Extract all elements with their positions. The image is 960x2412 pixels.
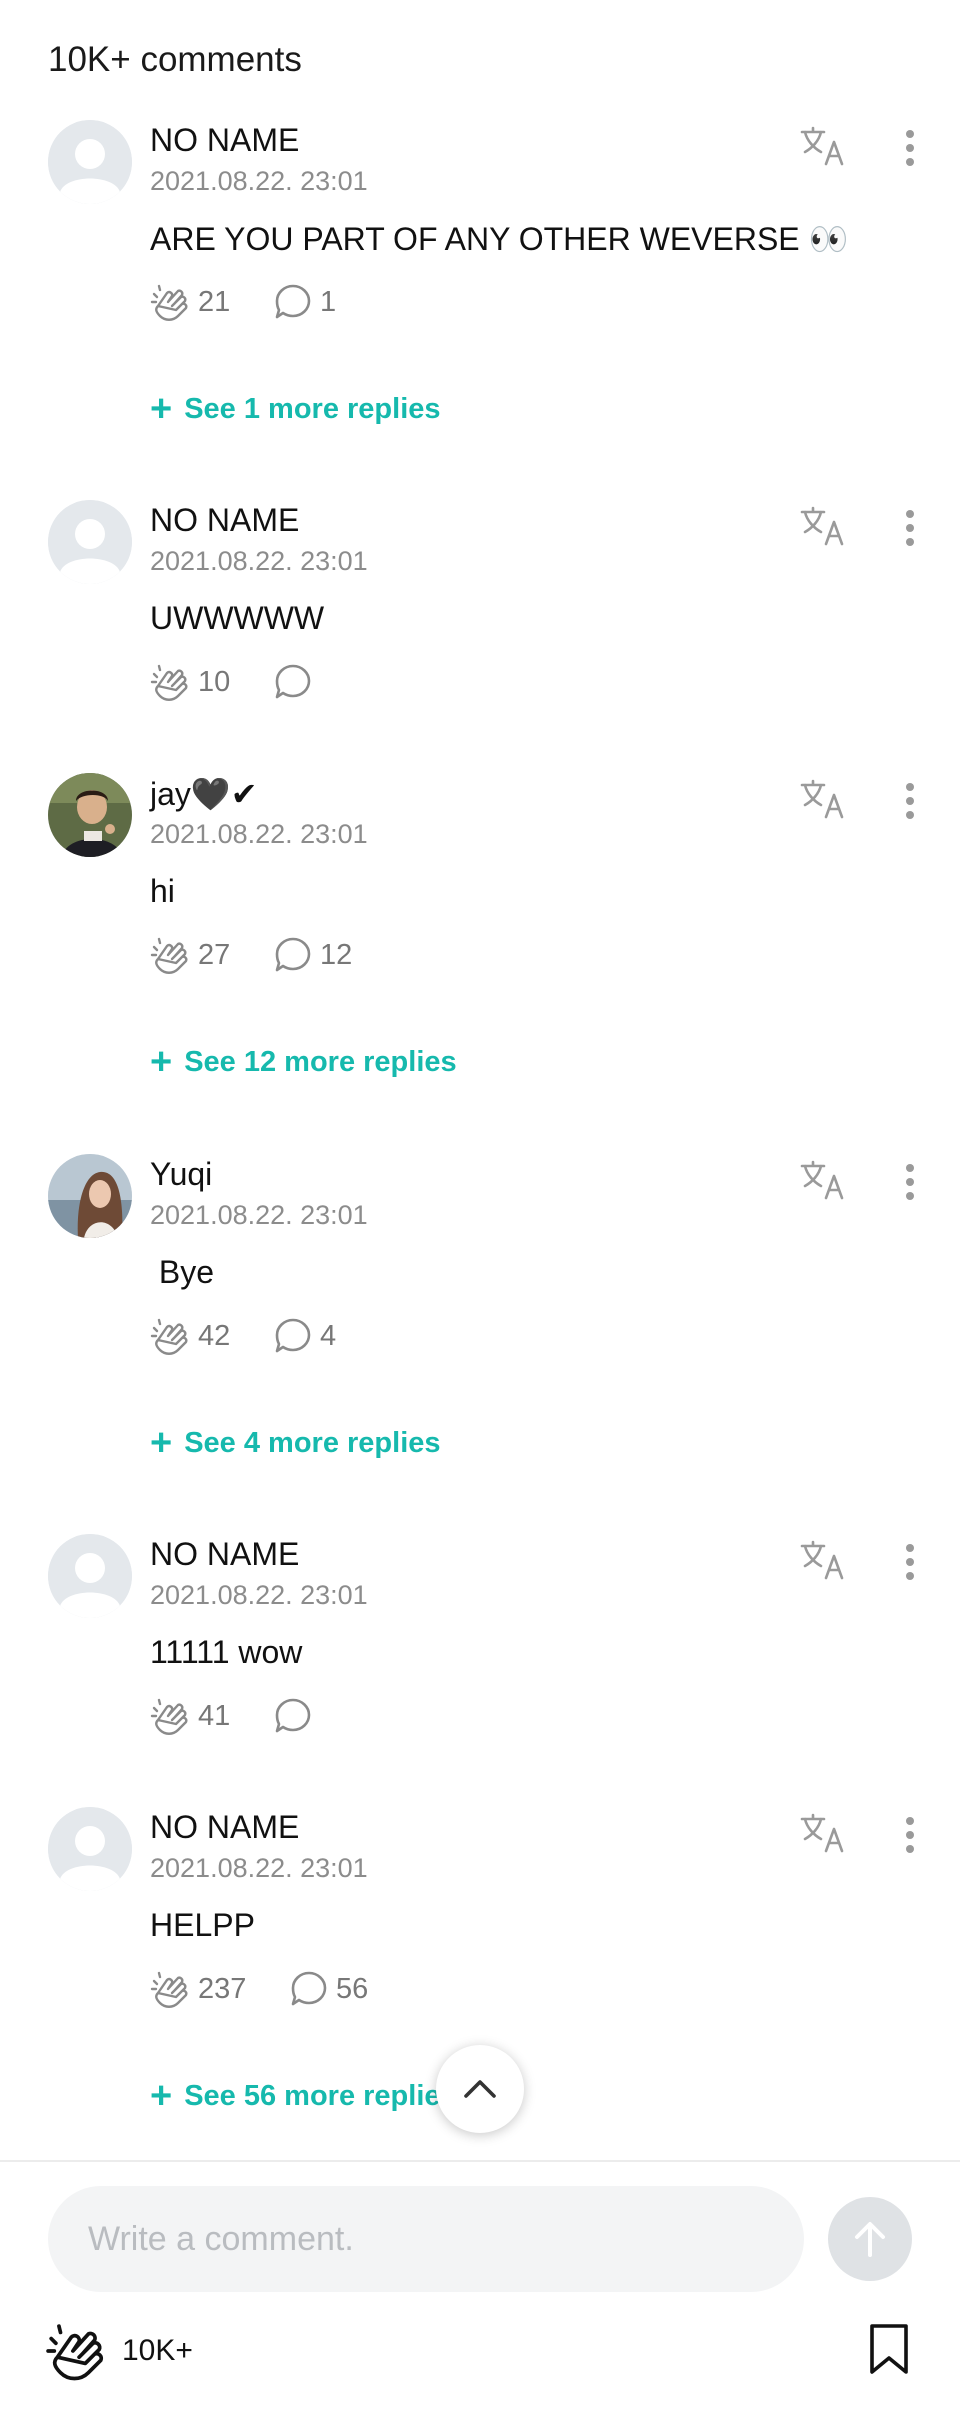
post-like-button[interactable]: 10K+ bbox=[44, 2320, 193, 2382]
avatar-default[interactable] bbox=[48, 500, 132, 584]
translate-icon[interactable] bbox=[800, 126, 848, 166]
see-more-replies-link[interactable]: + See 12 more replies bbox=[150, 1043, 457, 1081]
see-more-replies-label: See 12 more replies bbox=[184, 1045, 457, 1078]
like-button[interactable]: 42 bbox=[150, 1314, 230, 1358]
avatar-photo[interactable] bbox=[48, 773, 132, 857]
comment-author[interactable]: NO NAME bbox=[150, 122, 299, 159]
comment-author[interactable]: NO NAME bbox=[150, 1809, 299, 1846]
plus-icon: + bbox=[150, 1422, 173, 1464]
comment-author[interactable]: NO NAME bbox=[150, 502, 299, 539]
see-more-replies-link[interactable]: + See 4 more replies bbox=[150, 1424, 441, 1462]
more-vertical-icon[interactable] bbox=[890, 1540, 930, 1584]
scroll-to-top-button[interactable] bbox=[436, 2045, 524, 2133]
reply-button[interactable]: 56 bbox=[290, 1967, 368, 2011]
speech-bubble-icon bbox=[291, 1971, 327, 2006]
speech-bubble-icon bbox=[275, 937, 311, 972]
comment-item: Yuqi 2021.08.22. 23:01 Bye 42 4 + See 4 … bbox=[0, 1154, 960, 1484]
comment-author[interactable]: Yuqi bbox=[150, 1156, 212, 1193]
more-vertical-icon[interactable] bbox=[890, 1160, 930, 1204]
composer-divider bbox=[0, 2160, 960, 2162]
comment-date: 2021.08.22. 23:01 bbox=[150, 546, 368, 576]
like-count: 10 bbox=[198, 665, 231, 698]
reply-button[interactable] bbox=[274, 660, 320, 704]
arrow-up-icon bbox=[855, 2222, 885, 2257]
comment-item: NO NAME 2021.08.22. 23:01 UWWWWW 10 bbox=[0, 500, 960, 720]
clap-hand-icon bbox=[150, 937, 188, 974]
clap-hand-icon bbox=[46, 2324, 104, 2381]
like-button[interactable]: 21 bbox=[150, 280, 230, 324]
comment-text: hi bbox=[150, 873, 175, 909]
reply-button[interactable] bbox=[274, 1694, 320, 1738]
translate-icon[interactable] bbox=[800, 1160, 848, 1200]
comment-item: NO NAME 2021.08.22. 23:01 11111 wow 41 bbox=[0, 1534, 960, 1754]
clap-hand-icon bbox=[150, 1971, 188, 2008]
comment-text: UWWWWW bbox=[150, 600, 325, 636]
translate-icon[interactable] bbox=[800, 1540, 848, 1580]
comment-date: 2021.08.22. 23:01 bbox=[150, 1200, 368, 1230]
clap-hand-icon bbox=[150, 284, 188, 321]
speech-bubble-icon bbox=[275, 1318, 311, 1353]
plus-icon: + bbox=[150, 2075, 173, 2117]
speech-bubble-icon bbox=[275, 284, 311, 319]
comment-text: Bye bbox=[150, 1254, 215, 1290]
comment-item: NO NAME 2021.08.22. 23:01 ARE YOU PART O… bbox=[0, 120, 960, 450]
avatar-default[interactable] bbox=[48, 120, 132, 204]
clap-hand-icon bbox=[150, 664, 188, 701]
post-like-count: 10K+ bbox=[122, 2334, 193, 2367]
clap-hand-icon bbox=[150, 1318, 188, 1355]
comment-date: 2021.08.22. 23:01 bbox=[150, 1580, 368, 1610]
like-count: 237 bbox=[198, 1972, 247, 2005]
page-title: 10K+ comments bbox=[48, 40, 302, 79]
more-vertical-icon[interactable] bbox=[890, 779, 930, 823]
comment-author[interactable]: jay🖤✔ bbox=[150, 775, 258, 813]
more-vertical-icon[interactable] bbox=[890, 1813, 930, 1857]
avatar-photo[interactable] bbox=[48, 1154, 132, 1238]
reply-count: 1 bbox=[320, 285, 337, 318]
comment-item: jay🖤✔ 2021.08.22. 23:01 hi 27 12 + See 1… bbox=[0, 773, 960, 1103]
translate-icon[interactable] bbox=[800, 506, 848, 546]
translate-icon[interactable] bbox=[800, 779, 848, 819]
see-more-replies-link[interactable]: + See 1 more replies bbox=[150, 390, 441, 428]
see-more-replies-label: See 1 more replies bbox=[184, 392, 441, 425]
reply-count: 12 bbox=[320, 938, 353, 971]
comment-text: HELPP bbox=[150, 1907, 255, 1943]
see-more-replies-label: See 4 more replies bbox=[184, 1426, 441, 1459]
reply-button[interactable]: 4 bbox=[274, 1314, 336, 1358]
reply-count: 56 bbox=[336, 1972, 369, 2005]
like-count: 41 bbox=[198, 1699, 231, 1732]
like-button[interactable]: 27 bbox=[150, 933, 230, 977]
see-more-replies-label: See 56 more replie bbox=[184, 2079, 441, 2112]
plus-icon: + bbox=[150, 388, 173, 430]
send-button[interactable] bbox=[828, 2197, 912, 2281]
comment-input[interactable] bbox=[48, 2186, 804, 2292]
like-count: 42 bbox=[198, 1319, 231, 1352]
translate-icon[interactable] bbox=[800, 1813, 848, 1853]
comment-date: 2021.08.22. 23:01 bbox=[150, 819, 368, 849]
comment-author[interactable]: NO NAME bbox=[150, 1536, 299, 1573]
comment-date: 2021.08.22. 23:01 bbox=[150, 1853, 368, 1883]
bookmark-button[interactable] bbox=[866, 2322, 912, 2376]
speech-bubble-icon bbox=[275, 664, 311, 699]
comment-text: ARE YOU PART OF ANY OTHER WEVERSE 👀 bbox=[150, 221, 849, 257]
avatar-default[interactable] bbox=[48, 1534, 132, 1618]
chevron-up-icon bbox=[464, 2080, 496, 2098]
like-count: 21 bbox=[198, 285, 231, 318]
plus-icon: + bbox=[150, 1041, 173, 1083]
bookmark-icon bbox=[870, 2324, 908, 2374]
comment-date: 2021.08.22. 23:01 bbox=[150, 166, 368, 196]
comment-text: 11111 wow bbox=[150, 1634, 303, 1670]
see-more-replies-link[interactable]: + See 56 more replie bbox=[150, 2077, 441, 2115]
avatar-default[interactable] bbox=[48, 1807, 132, 1891]
reply-count: 4 bbox=[320, 1319, 337, 1352]
more-vertical-icon[interactable] bbox=[890, 126, 930, 170]
more-vertical-icon[interactable] bbox=[890, 506, 930, 550]
like-button[interactable]: 41 bbox=[150, 1694, 230, 1738]
reply-button[interactable]: 12 bbox=[274, 933, 352, 977]
like-button[interactable]: 237 bbox=[150, 1967, 246, 2011]
clap-hand-icon bbox=[150, 1698, 188, 1735]
like-button[interactable]: 10 bbox=[150, 660, 230, 704]
speech-bubble-icon bbox=[275, 1698, 311, 1733]
reply-button[interactable]: 1 bbox=[274, 280, 336, 324]
like-count: 27 bbox=[198, 938, 231, 971]
